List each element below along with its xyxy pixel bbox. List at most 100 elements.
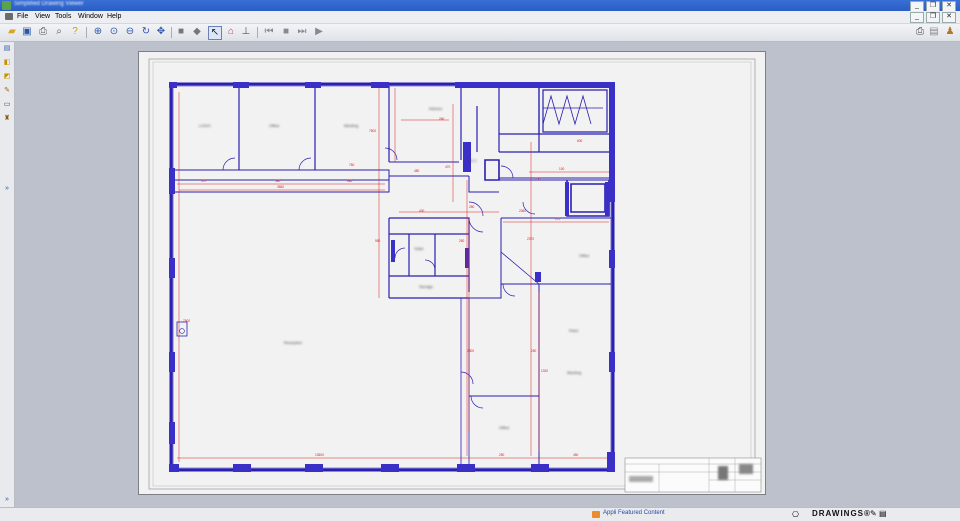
floor-plan: 470 580 680 3560 760 480 7500 260 430 280 2360 950 1…	[148, 58, 762, 493]
stamp-tool-icon[interactable]: ♜	[2, 115, 12, 123]
play-icon[interactable]: ▶	[313, 26, 325, 38]
home-view-icon[interactable]: ⌂	[225, 26, 237, 38]
wall-hatching	[169, 82, 615, 472]
pencil-icon[interactable]: ✎	[2, 87, 12, 95]
expand-icon[interactable]: »	[2, 185, 12, 193]
scale-icon[interactable]: ⊥	[240, 26, 252, 38]
panel-icon[interactable]: ▤	[2, 45, 12, 53]
dimension-label: 13500	[315, 453, 324, 457]
walls-layer	[169, 82, 615, 472]
open-icon[interactable]: ▰	[6, 26, 18, 38]
doc-restore-button[interactable]: ❐	[926, 12, 940, 23]
title-bar: Simplified Drawing Viewer _ ❐ ✕	[0, 0, 960, 12]
dimension-label: 580	[275, 179, 281, 183]
room-label: Meeting	[567, 370, 581, 375]
dimension-label: 1320	[541, 369, 548, 373]
rss-feed-icon[interactable]	[592, 511, 600, 518]
zoom-out-icon[interactable]: ⊖	[124, 26, 136, 38]
dimension-lines	[177, 88, 609, 462]
dimension-label: 250	[499, 453, 505, 457]
menu-window[interactable]: Window	[78, 13, 103, 20]
layer-icon[interactable]: ■	[175, 26, 187, 38]
doc-minimize-button[interactable]: _	[910, 12, 924, 23]
shape-icon[interactable]: ◩	[2, 73, 12, 81]
room-label: Plant	[569, 328, 579, 333]
collapse-icon[interactable]: »	[2, 496, 12, 504]
dimension-label: 950	[375, 239, 381, 243]
dimension-label: 470	[445, 165, 451, 169]
featured-content-link[interactable]: Appli Featured Content	[603, 510, 665, 516]
dimension-label: 2300	[467, 349, 474, 353]
dimension-label: 250	[459, 239, 465, 243]
printer-icon[interactable]: ⎙	[914, 26, 926, 38]
zoom-window-icon[interactable]: ⊙	[108, 26, 120, 38]
menu-bar: File View Tools Window Help _ ❐ ✕	[0, 11, 960, 24]
toolbar-separator	[86, 27, 87, 38]
drawings-brand-icon: ⎔	[792, 510, 799, 519]
shade-icon[interactable]: ◆	[191, 26, 203, 38]
layers-status-icon[interactable]: ▤	[879, 509, 887, 518]
help-icon[interactable]: ?	[69, 26, 81, 38]
menu-tools[interactable]: Tools	[55, 13, 71, 20]
pan-icon[interactable]: ✥	[155, 26, 167, 38]
room-label: LOGO	[199, 123, 211, 128]
pencil-status-icon[interactable]: ✎	[870, 509, 877, 518]
next-page-icon[interactable]: ⏭	[296, 26, 308, 38]
room-label: W C	[469, 158, 477, 163]
left-toolbar: ▤ ◧ ◩ ✎ ▭ ♜ » »	[0, 42, 15, 507]
dimension-label: 450	[573, 453, 579, 457]
doc-close-button[interactable]: ✕	[942, 12, 956, 23]
dimension-label: 170	[555, 217, 561, 221]
dimension-label: 2370	[527, 237, 534, 241]
toolbar-separator	[257, 27, 258, 38]
markup-icon[interactable]: ◧	[2, 59, 12, 67]
toolbar-separator	[171, 27, 172, 38]
dimension-label: 600	[577, 139, 583, 143]
dimension-label: 680	[347, 179, 353, 183]
room-labels: LOGO Office Meeting Kitchen W C Office Toilet S…	[199, 106, 590, 430]
dimension-label: 480	[414, 169, 420, 173]
room-label: Meeting	[344, 123, 358, 128]
menu-file[interactable]: File	[17, 13, 28, 20]
dimension-label: 430	[419, 209, 425, 213]
menu-help[interactable]: Help	[107, 13, 121, 20]
dimension-label: 470	[201, 179, 207, 183]
dimension-label: 250	[535, 177, 541, 181]
dimension-label: 3560	[277, 185, 284, 189]
dimension-label: 760	[349, 163, 355, 167]
stop-icon[interactable]: ■	[280, 26, 292, 38]
menu-view[interactable]: View	[35, 13, 50, 20]
stamp-icon[interactable]: ♟	[944, 26, 956, 38]
dimension-label: 260	[439, 117, 445, 121]
dimension-label: 2360	[519, 209, 526, 213]
status-bar: Appli Featured Content ⎔ DRAWINGS® ✎ ▤	[0, 507, 960, 521]
app-icon	[2, 1, 11, 10]
document-window-controls: _ ❐ ✕	[908, 12, 956, 23]
room-label: Office	[579, 253, 590, 258]
first-page-icon[interactable]: ⏮	[263, 26, 275, 38]
dimension-label: 280	[469, 205, 475, 209]
room-label: Toilet	[414, 246, 424, 251]
main-toolbar: ▰ ▣ ⎙ ⌕ ? ⊕ ⊙ ⊖ ↻ ✥ ■ ◆ ↖ ⌂ ⊥ ⏮ ■ ⏭ ▶ ⎙ …	[0, 24, 960, 42]
dimension-label: 7500	[369, 129, 376, 133]
print-preview-icon[interactable]: ⌕	[53, 26, 65, 38]
drawings-brand: DRAWINGS®	[812, 509, 871, 518]
save-icon[interactable]: ▣	[21, 26, 33, 38]
print-icon[interactable]: ⎙	[37, 26, 49, 38]
refresh-icon[interactable]: ↻	[140, 26, 152, 38]
sheet-inner-border	[152, 61, 752, 487]
title-block	[624, 457, 762, 493]
measure-icon[interactable]: ▭	[2, 101, 12, 109]
dimension-label: 100	[559, 167, 565, 171]
riser-circle	[179, 328, 185, 334]
document-icon[interactable]: ▤	[928, 26, 940, 38]
dimension-labels: 470 580 680 3560 760 480 7500 260 430 280 2360 950 1…	[183, 117, 583, 457]
stair-symbol	[542, 94, 603, 126]
room-label: Office	[499, 425, 510, 430]
zoom-in-icon[interactable]: ⊕	[92, 26, 104, 38]
app-menu-icon[interactable]	[5, 13, 13, 20]
room-label: Office	[269, 123, 280, 128]
drawing-sheet[interactable]: 470 580 680 3560 760 480 7500 260 430 280 2360 950 1…	[138, 51, 766, 495]
window-title: Simplified Drawing Viewer	[14, 1, 84, 7]
select-icon[interactable]: ↖	[208, 26, 222, 40]
